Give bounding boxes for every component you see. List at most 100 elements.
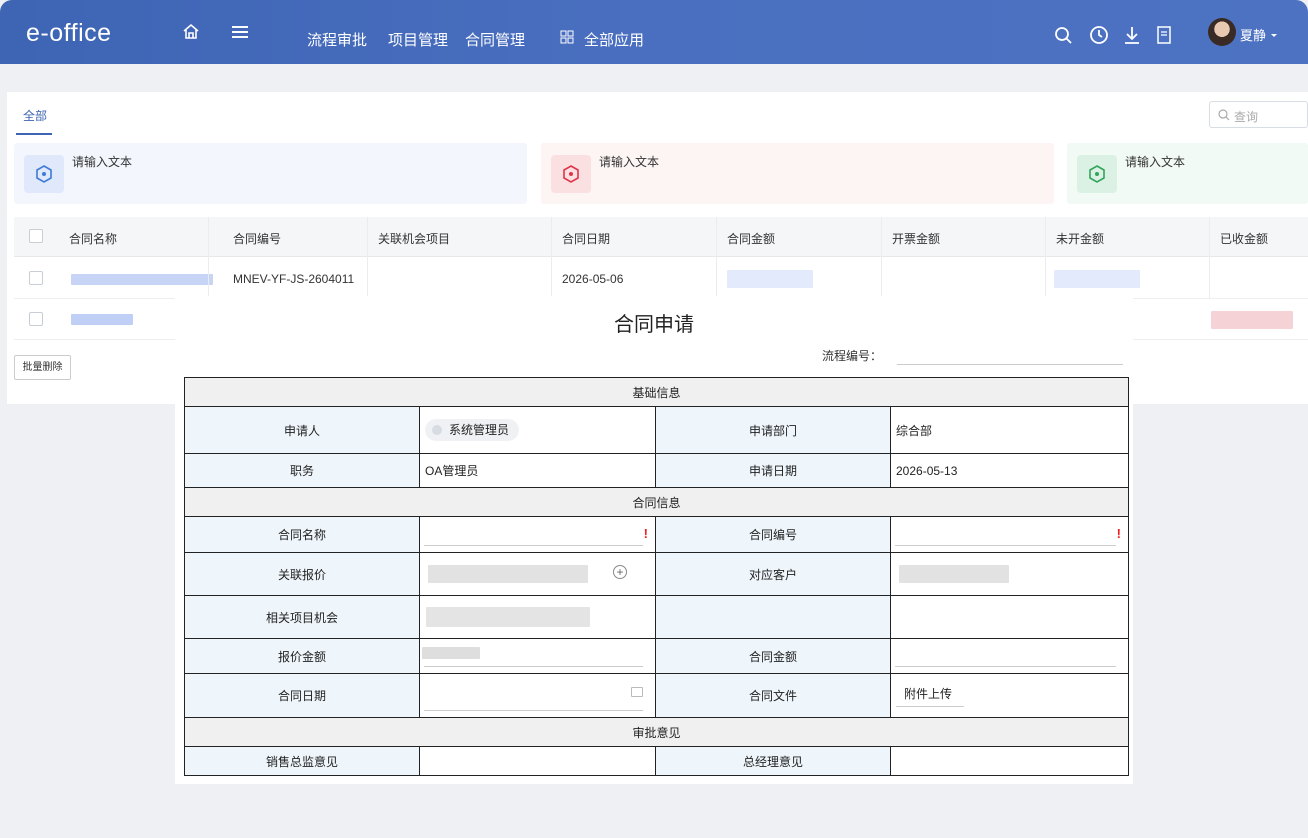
position-value: OA管理员 xyxy=(419,453,656,488)
customer-label: 对应客户 xyxy=(655,552,891,596)
column-header[interactable]: 合同日期 xyxy=(562,230,610,247)
nav-project[interactable]: 项目管理 xyxy=(388,29,448,50)
quote-label: 关联报价 xyxy=(184,552,420,596)
redacted-contract-name[interactable] xyxy=(71,274,213,285)
user-name[interactable]: 夏静 xyxy=(1240,25,1266,44)
redacted-opportunity xyxy=(426,607,590,627)
contract-name-input[interactable]: ! xyxy=(419,516,656,553)
redacted-customer xyxy=(899,565,1009,583)
row-checkbox[interactable] xyxy=(29,271,43,285)
contract-number: MNEV-YF-JS-2604011 xyxy=(233,272,355,286)
batch-delete-button[interactable]: 批量删除 xyxy=(14,355,71,380)
position-label: 职务 xyxy=(184,453,420,488)
sales-opinion-label: 销售总监意见 xyxy=(184,746,420,776)
column-header[interactable]: 合同编号 xyxy=(233,230,281,247)
required-mark: ! xyxy=(643,526,648,541)
app-window: e-office 流程审批 项目管理 合同管理 全部应用 夏静 全部 查询 请输… xyxy=(0,0,1308,838)
home-icon[interactable] xyxy=(181,22,201,42)
card-text: 请输入文本 xyxy=(1125,155,1186,169)
summary-card-blue[interactable]: 请输入文本 xyxy=(14,143,527,204)
contract-date-label: 合同日期 xyxy=(184,673,420,718)
quote-field[interactable]: + xyxy=(419,552,656,596)
apply-date-value: 2026-05-13 xyxy=(889,453,1130,488)
empty-value xyxy=(889,595,1130,639)
nav-all-apps[interactable]: 全部应用 xyxy=(584,29,644,50)
contract-application-form: 合同申请 流程编号： 基础信息 申请人 系统管理员 申请部门 综合部 职务 OA… xyxy=(175,296,1133,784)
summary-card-green[interactable]: 请输入文本 xyxy=(1067,143,1308,204)
flow-number-field[interactable] xyxy=(897,364,1123,365)
tab-all[interactable]: 全部 xyxy=(23,107,47,124)
hexagon-icon xyxy=(24,155,64,193)
redacted-quote xyxy=(428,565,588,583)
nav-workflow[interactable]: 流程审批 xyxy=(307,29,367,50)
gm-opinion-label: 总经理意见 xyxy=(655,746,891,776)
empty-label xyxy=(655,595,891,639)
column-header[interactable]: 已收金额 xyxy=(1220,230,1268,247)
card-text: 请输入文本 xyxy=(599,155,660,169)
select-all-checkbox[interactable] xyxy=(29,229,43,243)
user-icon xyxy=(432,425,442,435)
section-basic-info: 基础信息 xyxy=(183,377,1130,407)
form-title: 合同申请 xyxy=(614,314,694,336)
contract-file-field[interactable]: 附件上传 xyxy=(889,673,1130,718)
row-checkbox[interactable] xyxy=(29,312,43,326)
column-header[interactable]: 关联机会项目 xyxy=(378,230,450,247)
calendar-icon[interactable] xyxy=(631,687,643,697)
section-contract-info: 合同信息 xyxy=(183,487,1130,517)
card-text: 请输入文本 xyxy=(72,155,133,169)
contract-amount-label: 合同金额 xyxy=(655,638,891,674)
department-label: 申请部门 xyxy=(655,406,891,454)
apply-date-label: 申请日期 xyxy=(655,453,891,488)
add-circle-icon[interactable]: + xyxy=(613,565,627,579)
search-placeholder: 查询 xyxy=(1234,110,1259,124)
section-approval: 审批意见 xyxy=(183,717,1130,747)
redacted-amount xyxy=(1211,311,1293,329)
apps-grid-icon[interactable] xyxy=(560,30,574,44)
search-input[interactable]: 查询 xyxy=(1209,101,1308,128)
column-header[interactable]: 合同金额 xyxy=(727,230,775,247)
gm-opinion-field[interactable] xyxy=(889,746,1130,776)
required-mark: ! xyxy=(1116,526,1122,541)
top-bar: e-office 流程审批 项目管理 合同管理 全部应用 夏静 xyxy=(0,0,1308,64)
hexagon-icon xyxy=(551,155,591,193)
form-table: 基础信息 申请人 系统管理员 申请部门 综合部 职务 OA管理员 申请日期 20… xyxy=(183,377,1130,776)
search-icon xyxy=(1218,109,1230,124)
department-value: 综合部 xyxy=(889,406,1130,454)
contract-file-label: 合同文件 xyxy=(655,673,891,718)
upload-button[interactable]: 附件上传 xyxy=(904,685,952,702)
column-header[interactable]: 开票金额 xyxy=(892,230,940,247)
clock-icon[interactable] xyxy=(1089,25,1109,45)
customer-field[interactable] xyxy=(889,552,1130,596)
search-icon[interactable] xyxy=(1054,26,1074,46)
tab-active-indicator xyxy=(16,133,52,135)
contract-number-label: 合同编号 xyxy=(655,516,891,553)
contract-amount-input[interactable] xyxy=(889,638,1130,674)
summary-card-red[interactable]: 请输入文本 xyxy=(541,143,1054,204)
redacted-amount xyxy=(727,270,813,288)
download-icon[interactable] xyxy=(1122,25,1142,45)
quote-amount-input[interactable] xyxy=(419,638,656,674)
logo[interactable]: e-office xyxy=(26,19,112,48)
contract-date-input[interactable] xyxy=(419,673,656,718)
quote-amount-label: 报价金额 xyxy=(184,638,420,674)
nav-contract[interactable]: 合同管理 xyxy=(465,29,525,50)
redacted-quote-amount xyxy=(422,647,480,659)
contract-date: 2026-05-06 xyxy=(562,272,624,286)
document-icon[interactable] xyxy=(1154,25,1174,45)
column-header[interactable]: 合同名称 xyxy=(69,230,117,247)
opportunity-field[interactable] xyxy=(419,595,656,639)
redacted-amount xyxy=(1054,270,1140,288)
contract-number-input[interactable]: ! xyxy=(889,516,1130,553)
column-header[interactable]: 未开金额 xyxy=(1056,230,1104,247)
chevron-down-icon[interactable] xyxy=(1270,28,1278,37)
hexagon-icon xyxy=(1077,155,1117,193)
avatar[interactable] xyxy=(1208,18,1236,46)
redacted-contract-name[interactable] xyxy=(71,314,133,325)
applicant-field[interactable]: 系统管理员 xyxy=(419,406,656,454)
menu-icon[interactable] xyxy=(230,22,250,42)
flow-number-label: 流程编号： xyxy=(822,349,883,363)
sales-opinion-field[interactable] xyxy=(419,746,656,776)
applicant-label: 申请人 xyxy=(184,406,420,454)
applicant-chip[interactable]: 系统管理员 xyxy=(425,419,520,441)
contract-name-label: 合同名称 xyxy=(184,516,420,553)
